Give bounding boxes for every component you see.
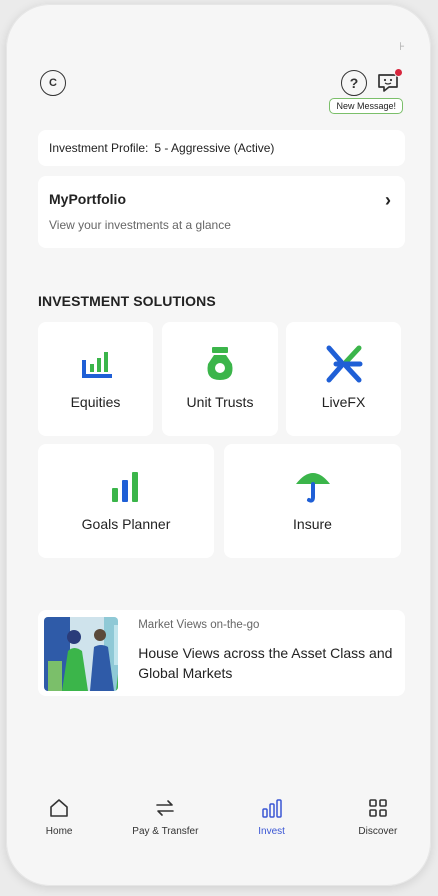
tab-pay-transfer-label: Pay & Transfer: [132, 826, 199, 837]
bottom-tab-bar: Home Pay & Transfer Invest Discover: [6, 786, 431, 842]
portfolio-title: MyPortfolio: [49, 191, 126, 207]
notification-dot: [394, 68, 403, 77]
messages-button[interactable]: New Message!: [329, 68, 403, 114]
top-bar: C ? New Message!: [38, 68, 403, 114]
tab-home[interactable]: Home: [6, 786, 112, 842]
tile-insure-label: Insure: [293, 516, 332, 532]
tab-invest[interactable]: Invest: [219, 786, 325, 842]
promo-kicker: Market Views on-the-go: [138, 619, 260, 631]
money-bag-icon: [207, 347, 233, 380]
tile-goals-planner-label: Goals Planner: [81, 516, 171, 532]
new-message-tooltip[interactable]: New Message!: [329, 98, 403, 114]
home-icon: [50, 799, 68, 817]
growth-bars-icon: [112, 472, 138, 502]
tab-discover[interactable]: Discover: [325, 786, 431, 842]
tab-pay-transfer[interactable]: Pay & Transfer: [112, 786, 218, 842]
invest-icon: [261, 799, 282, 818]
help-icon: ?: [349, 75, 359, 91]
promo-headline: House Views across the Asset Class and G…: [138, 645, 393, 681]
investment-profile-label: Investment Profile:: [49, 141, 149, 155]
tile-unit-trusts-label: Unit Trusts: [186, 394, 254, 410]
tile-equities[interactable]: Equities: [38, 322, 153, 436]
market-views-image: [44, 617, 119, 691]
bar-chart-icon: [81, 352, 112, 378]
portfolio-subtitle: View your investments at a glance: [49, 218, 231, 232]
status-indicator: ⊦: [399, 41, 405, 53]
tile-goals-planner[interactable]: Goals Planner: [38, 444, 214, 558]
fx-arrows-icon: [326, 345, 362, 383]
chevron-right-icon: ›: [385, 190, 391, 210]
investment-profile-card[interactable]: Investment Profile: 5 - Aggressive (Acti…: [38, 130, 405, 166]
help-button[interactable]: ?: [341, 70, 367, 96]
phone-frame: ⊦ C ? New Message! Investment Profile: 5…: [6, 4, 431, 886]
tab-invest-label: Invest: [258, 826, 285, 837]
grid-icon: [369, 799, 387, 817]
tab-discover-label: Discover: [358, 826, 398, 837]
tab-home-label: Home: [45, 826, 73, 837]
investment-profile-value: 5 - Aggressive (Active): [154, 141, 275, 155]
back-icon: C: [49, 77, 57, 89]
market-views-card[interactable]: Market Views on-the-go House Views acros…: [38, 610, 405, 696]
tile-livefx[interactable]: LiveFX: [286, 322, 401, 436]
tile-equities-label: Equities: [70, 394, 121, 410]
back-button[interactable]: C: [40, 70, 66, 96]
tile-unit-trusts[interactable]: Unit Trusts: [162, 322, 278, 436]
umbrella-icon: [295, 473, 330, 503]
tile-insure[interactable]: Insure: [224, 444, 401, 558]
myportfolio-card[interactable]: MyPortfolio View your investments at a g…: [38, 176, 405, 248]
transfer-icon: [156, 800, 175, 816]
tile-livefx-label: LiveFX: [321, 394, 366, 410]
section-title: INVESTMENT SOLUTIONS: [38, 293, 216, 309]
